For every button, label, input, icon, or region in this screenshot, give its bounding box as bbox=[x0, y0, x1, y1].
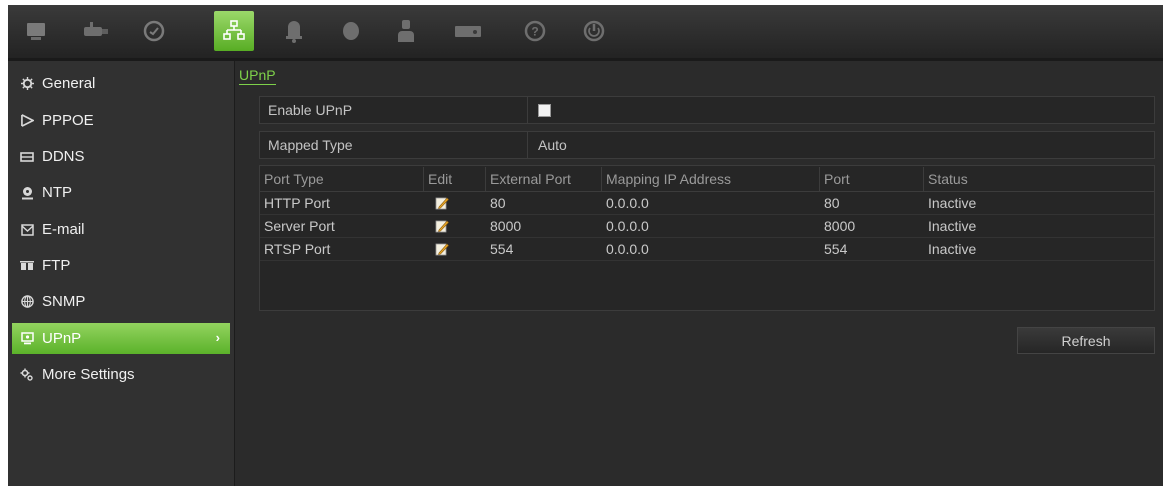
device-icon[interactable] bbox=[331, 11, 371, 51]
cell-port-type: HTTP Port bbox=[264, 195, 330, 211]
edit-icon[interactable] bbox=[424, 238, 454, 260]
refresh-button[interactable]: Refresh bbox=[1017, 327, 1155, 354]
svg-text:?: ? bbox=[531, 25, 538, 39]
mapped-type-value[interactable]: Auto bbox=[528, 137, 567, 153]
cell-status: Inactive bbox=[928, 218, 977, 234]
power-icon[interactable] bbox=[574, 11, 614, 51]
sidebar-item-pppoe[interactable]: PPPOE bbox=[12, 105, 230, 136]
cell-port: 8000 bbox=[824, 218, 856, 234]
sidebar-item-more-settings[interactable]: More Settings bbox=[12, 359, 230, 390]
sidebar-item-general[interactable]: General bbox=[12, 68, 230, 99]
sidebar-item-label: UPnP bbox=[42, 330, 82, 347]
cell-external-port: 554 bbox=[490, 241, 514, 257]
pppoe-icon bbox=[20, 114, 34, 128]
header-port: Port bbox=[820, 167, 924, 191]
cell-port: 80 bbox=[824, 195, 840, 211]
alarm-icon[interactable] bbox=[274, 11, 314, 51]
section-title[interactable]: UPnP bbox=[239, 68, 276, 85]
cell-mapping-ip: 0.0.0.0 bbox=[606, 195, 649, 211]
sidebar-item-snmp[interactable]: SNMP bbox=[12, 286, 230, 317]
cell-mapping-ip: 0.0.0.0 bbox=[606, 241, 649, 257]
enable-upnp-row: Enable UPnP bbox=[259, 96, 1155, 124]
cell-external-port: 80 bbox=[490, 195, 506, 211]
enable-upnp-checkbox[interactable] bbox=[538, 103, 551, 117]
system-icon[interactable] bbox=[448, 11, 488, 51]
help-icon[interactable]: ? bbox=[515, 11, 555, 51]
sidebar-item-label: General bbox=[42, 75, 96, 92]
table-row: Server Port 8000 0.0.0.0 8000 Inactive bbox=[260, 215, 1154, 238]
header-port-type: Port Type bbox=[260, 167, 424, 191]
main-panel: UPnP Enable UPnP Mapped Type Auto Port T… bbox=[235, 61, 1163, 486]
cell-status: Inactive bbox=[928, 241, 977, 257]
edit-icon[interactable] bbox=[424, 192, 454, 214]
ddns-icon bbox=[20, 150, 34, 164]
chevron-right-icon: › bbox=[215, 330, 220, 345]
settings-icon bbox=[20, 368, 34, 382]
table-row: RTSP Port 554 0.0.0.0 554 Inactive bbox=[260, 238, 1154, 261]
cell-port-type: Server Port bbox=[264, 218, 335, 234]
cell-port-type: RTSP Port bbox=[264, 241, 331, 257]
ftp-icon bbox=[20, 259, 34, 273]
edit-icon[interactable] bbox=[424, 215, 454, 237]
table-header: Port Type Edit External Port Mapping IP … bbox=[260, 167, 1154, 192]
display-icon[interactable] bbox=[16, 11, 56, 51]
sidebar-item-ftp[interactable]: FTP bbox=[12, 250, 230, 281]
record-icon[interactable] bbox=[134, 11, 174, 51]
mapped-type-label: Mapped Type bbox=[260, 132, 528, 158]
cell-external-port: 8000 bbox=[490, 218, 522, 234]
ntp-icon bbox=[20, 186, 34, 200]
email-icon bbox=[20, 223, 34, 237]
sidebar-item-label: More Settings bbox=[42, 366, 135, 383]
gear-icon bbox=[20, 77, 34, 91]
camera-icon[interactable] bbox=[76, 11, 116, 51]
network-icon[interactable] bbox=[214, 11, 254, 51]
user-icon[interactable] bbox=[386, 11, 426, 51]
header-mapping-ip: Mapping IP Address bbox=[602, 167, 820, 191]
cell-status: Inactive bbox=[928, 195, 977, 211]
sidebar-item-label: E-mail bbox=[42, 221, 85, 238]
sidebar-item-upnp[interactable]: UPnP › bbox=[12, 323, 230, 354]
port-mapping-table: Port Type Edit External Port Mapping IP … bbox=[259, 165, 1155, 311]
sidebar-item-label: NTP bbox=[42, 184, 72, 201]
sidebar-item-label: SNMP bbox=[42, 293, 86, 310]
sidebar-item-email[interactable]: E-mail bbox=[12, 214, 230, 245]
table-row: HTTP Port 80 0.0.0.0 80 Inactive bbox=[260, 192, 1154, 215]
snmp-icon bbox=[20, 295, 34, 309]
sidebar-item-ntp[interactable]: NTP bbox=[12, 177, 230, 208]
sidebar-item-label: DDNS bbox=[42, 148, 85, 165]
top-toolbar: ? bbox=[8, 5, 1163, 59]
header-external-port: External Port bbox=[486, 167, 602, 191]
upnp-icon bbox=[20, 332, 34, 346]
sidebar: General PPPOE DDNS NTP E-mail FTP SNMP U… bbox=[8, 61, 235, 486]
header-edit: Edit bbox=[424, 167, 486, 191]
header-status: Status bbox=[928, 171, 968, 187]
sidebar-item-label: FTP bbox=[42, 257, 71, 274]
cell-mapping-ip: 0.0.0.0 bbox=[606, 218, 649, 234]
sidebar-item-ddns[interactable]: DDNS bbox=[12, 141, 230, 172]
sidebar-item-label: PPPOE bbox=[42, 112, 94, 129]
cell-port: 554 bbox=[824, 241, 848, 257]
enable-upnp-label: Enable UPnP bbox=[260, 97, 528, 123]
mapped-type-row: Mapped Type Auto bbox=[259, 131, 1155, 159]
app-window: ? General PPPOE DDNS NTP E-mail FTP SNMP… bbox=[8, 5, 1163, 486]
